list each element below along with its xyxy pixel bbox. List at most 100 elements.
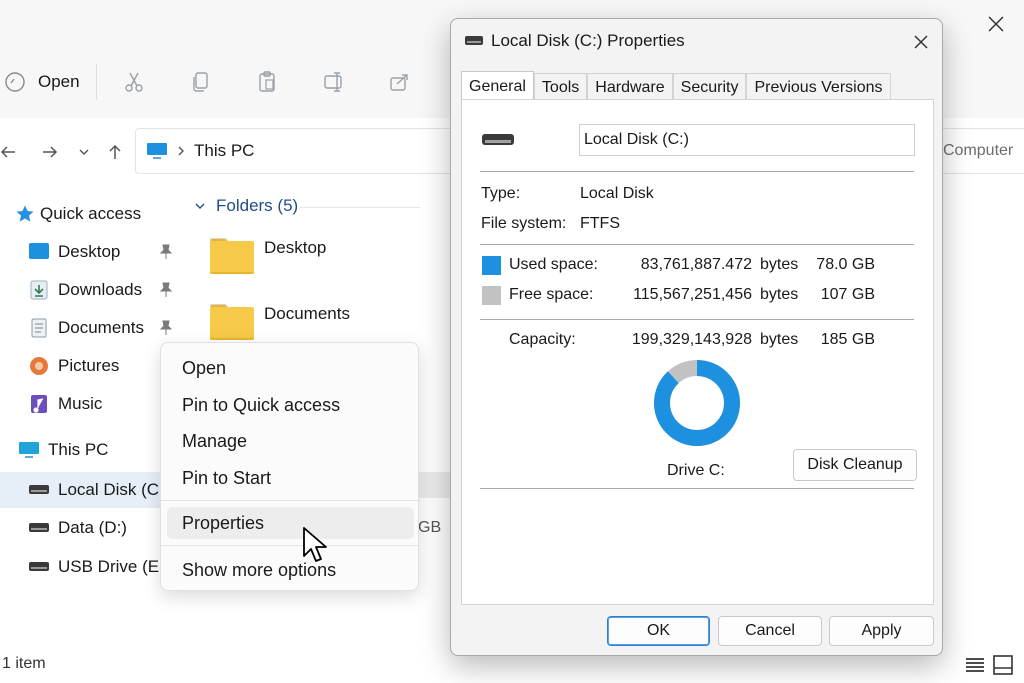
details-view-button[interactable] bbox=[964, 654, 986, 676]
menu-item-label: Manage bbox=[182, 430, 248, 451]
used-space-unit: bytes bbox=[760, 256, 799, 273]
menu-divider bbox=[161, 500, 420, 501]
chevron-down-icon bbox=[195, 203, 205, 209]
menu-item-open[interactable]: Open bbox=[167, 352, 414, 384]
drive-caption: Drive C: bbox=[667, 462, 725, 479]
tab-label: Hardware bbox=[595, 78, 665, 96]
section-divider bbox=[480, 319, 914, 320]
this-pc-icon bbox=[18, 439, 40, 461]
copy-button[interactable] bbox=[185, 66, 217, 98]
arrow-right-icon bbox=[43, 146, 58, 158]
window-close-button[interactable] bbox=[980, 8, 1012, 40]
folder-label: Desktop bbox=[264, 238, 327, 257]
cut-button[interactable] bbox=[118, 66, 150, 98]
sidebar-drive-c[interactable]: Local Disk (C:) bbox=[0, 472, 162, 508]
capacity-unit: bytes bbox=[760, 331, 799, 348]
drive-name-input[interactable]: Local Disk (C:) bbox=[579, 124, 915, 156]
sidebar-item-label: Downloads bbox=[58, 280, 143, 299]
rename-icon bbox=[324, 72, 342, 92]
tiles-view-button[interactable] bbox=[992, 654, 1014, 676]
address-bar[interactable]: This PC bbox=[135, 128, 455, 174]
sidebar-item-label: Data (D:) bbox=[58, 518, 127, 537]
tab-label: Security bbox=[680, 78, 739, 96]
drive-size-fragment: GB bbox=[418, 519, 442, 536]
disk-cleanup-button[interactable]: Disk Cleanup bbox=[793, 449, 917, 481]
sidebar-quick-access[interactable]: Quick access bbox=[14, 196, 184, 232]
menu-item-pin-quick-access[interactable]: Pin to Quick access bbox=[167, 389, 414, 421]
address-location: This PC bbox=[194, 141, 255, 160]
capacity-bytes: 199,329,143,928 bbox=[631, 331, 752, 348]
folder-desktop[interactable]: Desktop bbox=[210, 234, 440, 282]
general-tab-panel: Local Disk (C:) Type: Local Disk File sy… bbox=[461, 99, 934, 605]
free-space-unit: bytes bbox=[760, 286, 799, 303]
menu-item-manage[interactable]: Manage bbox=[167, 425, 414, 457]
sidebar-drive-e[interactable]: USB Drive (E:) bbox=[28, 549, 162, 585]
sidebar-this-pc-label: This PC bbox=[48, 440, 109, 459]
tiles-view-icon bbox=[993, 655, 1013, 675]
arrow-up-icon bbox=[109, 144, 121, 159]
folder-icon bbox=[210, 236, 254, 274]
cut-icon bbox=[125, 72, 143, 92]
tab-previous-versions[interactable]: Previous Versions bbox=[746, 73, 891, 101]
sidebar-item-documents[interactable]: Documents bbox=[28, 310, 208, 346]
sidebar-item-desktop[interactable]: Desktop bbox=[28, 234, 208, 270]
open-button[interactable]: Open bbox=[4, 66, 80, 98]
tab-security[interactable]: Security bbox=[672, 73, 747, 101]
capacity-size: 185 GB bbox=[820, 331, 875, 348]
sidebar-item-downloads[interactable]: Downloads bbox=[28, 272, 208, 308]
up-button[interactable] bbox=[103, 138, 127, 166]
drive-large-icon bbox=[482, 134, 514, 145]
chevron-down-icon bbox=[79, 149, 89, 155]
apply-button[interactable]: Apply bbox=[829, 616, 934, 646]
free-space-swatch bbox=[482, 286, 501, 305]
paste-icon bbox=[259, 71, 275, 92]
mouse-pointer-icon bbox=[303, 527, 327, 562]
rename-button[interactable] bbox=[318, 66, 350, 98]
sidebar-quick-access-label: Quick access bbox=[40, 204, 142, 223]
drive-icon bbox=[28, 517, 50, 539]
tab-label: Tools bbox=[541, 78, 580, 96]
paste-button[interactable] bbox=[251, 66, 283, 98]
cancel-button[interactable]: Cancel bbox=[718, 616, 822, 646]
ok-button[interactable]: OK bbox=[607, 616, 710, 646]
menu-item-properties[interactable]: Properties bbox=[167, 507, 414, 539]
share-button[interactable] bbox=[384, 66, 416, 98]
folders-group-header[interactable]: Folders (5) bbox=[194, 194, 298, 218]
file-system-value: FTFS bbox=[580, 215, 620, 232]
disk-usage-donut bbox=[654, 360, 740, 446]
pin-icon[interactable] bbox=[158, 281, 174, 299]
menu-item-label: Properties bbox=[182, 512, 265, 533]
folder-documents[interactable]: Documents bbox=[210, 300, 440, 348]
section-divider bbox=[480, 244, 914, 245]
menu-item-show-more-options[interactable]: Show more options bbox=[167, 554, 414, 586]
button-label: Apply bbox=[861, 622, 902, 639]
section-divider bbox=[480, 488, 914, 489]
tab-label: General bbox=[469, 77, 526, 95]
recent-locations-button[interactable] bbox=[72, 138, 96, 166]
sidebar-item-label: Documents bbox=[58, 318, 144, 337]
arrow-left-icon bbox=[0, 146, 15, 158]
group-divider bbox=[300, 207, 420, 208]
tab-tools[interactable]: Tools bbox=[533, 73, 588, 101]
used-space-bytes: 83,761,887.472 bbox=[640, 256, 752, 273]
pin-icon[interactable] bbox=[158, 319, 174, 337]
desktop-icon bbox=[28, 241, 50, 263]
tab-general[interactable]: General bbox=[461, 71, 534, 101]
free-space-size: 107 GB bbox=[820, 286, 875, 303]
dialog-title-bar: Local Disk (C:) Properties bbox=[465, 29, 685, 53]
copy-icon bbox=[193, 72, 208, 92]
button-label: Cancel bbox=[745, 622, 795, 639]
menu-item-pin-start[interactable]: Pin to Start bbox=[167, 462, 414, 494]
dialog-close-button[interactable] bbox=[906, 27, 936, 57]
used-space-size: 78.0 GB bbox=[816, 256, 875, 273]
open-icon bbox=[5, 72, 25, 92]
search-box[interactable]: Computer bbox=[930, 128, 1024, 174]
forward-button[interactable] bbox=[38, 138, 62, 166]
type-value: Local Disk bbox=[580, 185, 654, 202]
pin-icon[interactable] bbox=[158, 243, 174, 261]
menu-divider bbox=[161, 545, 420, 546]
dialog-title: Local Disk (C:) Properties bbox=[491, 31, 685, 50]
tab-hardware[interactable]: Hardware bbox=[587, 73, 673, 101]
dialog-tabs: General Tools Hardware Security Previous… bbox=[461, 71, 891, 101]
back-button[interactable] bbox=[0, 138, 20, 166]
